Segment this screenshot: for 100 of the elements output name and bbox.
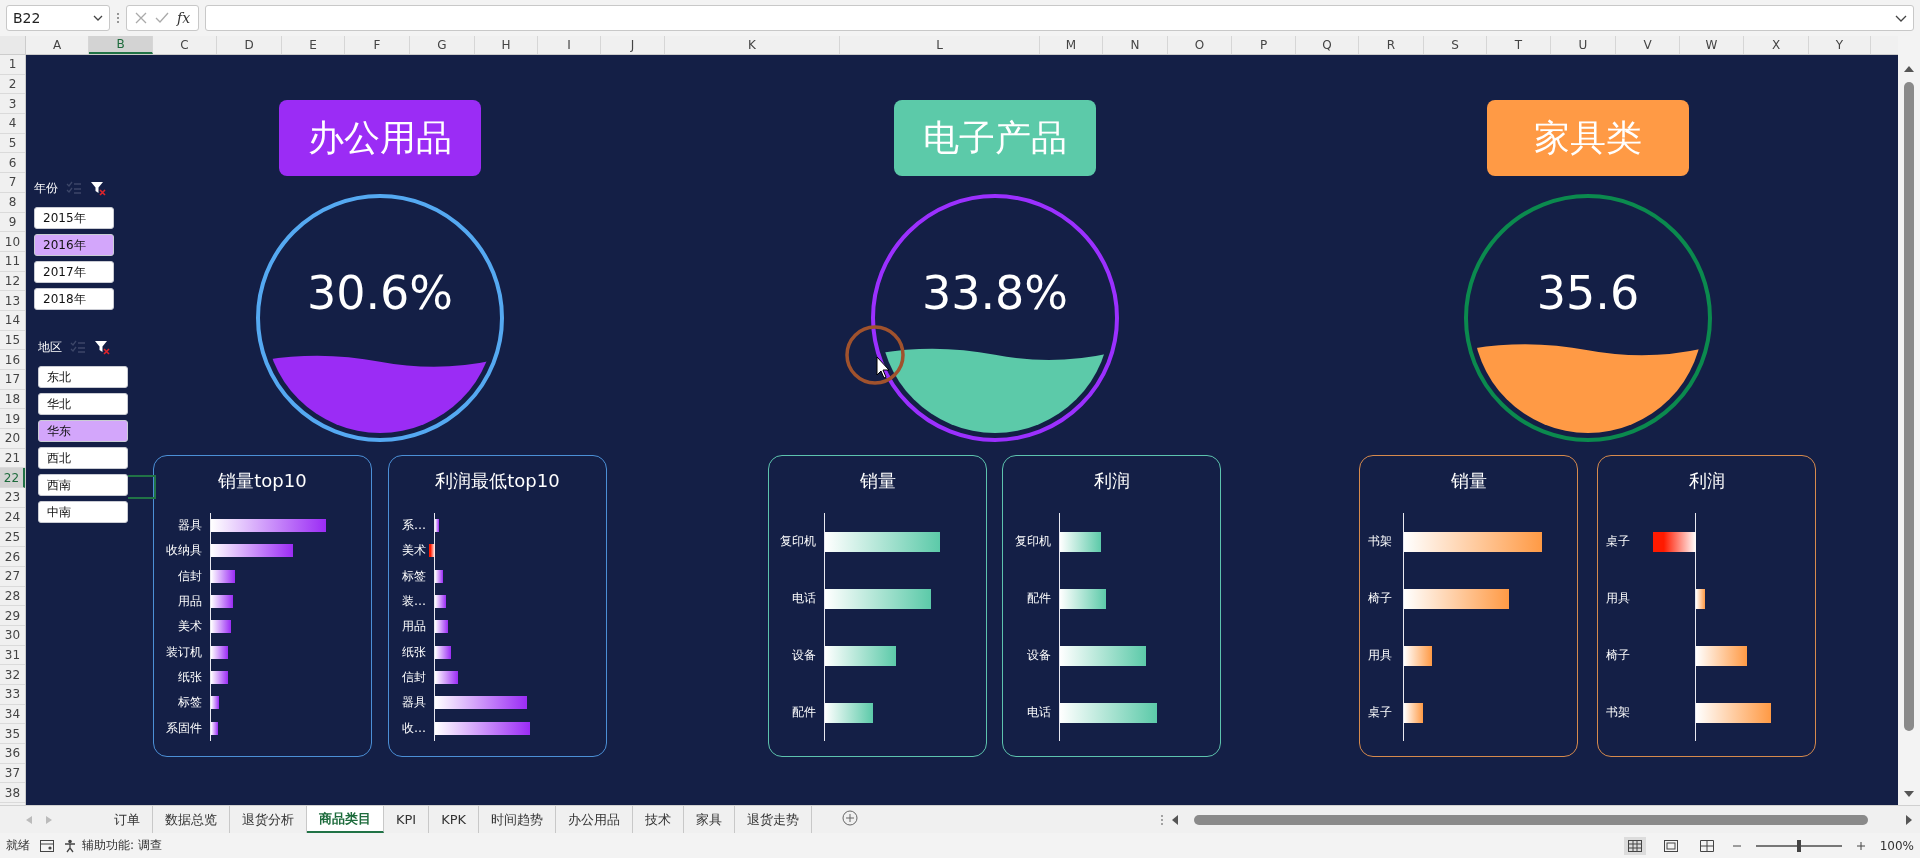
formula-input[interactable]	[205, 5, 1914, 31]
row-header[interactable]: 10	[0, 232, 25, 252]
row-header[interactable]: 3	[0, 94, 25, 115]
sheet-tab[interactable]: 数据总览	[153, 806, 230, 833]
column-header[interactable]: L	[840, 36, 1040, 54]
row-header[interactable]: 15	[0, 330, 25, 351]
column-header[interactable]: S	[1424, 36, 1487, 54]
slicer-item[interactable]: 华北	[38, 393, 128, 415]
column-header[interactable]: D	[217, 36, 282, 54]
column-header[interactable]: V	[1616, 36, 1680, 54]
sheet-tab[interactable]: 商品类目	[307, 806, 384, 833]
row-header[interactable]: 37	[0, 763, 25, 784]
column-header[interactable]: R	[1359, 36, 1424, 54]
row-header[interactable]: 7	[0, 173, 25, 193]
slicer-item[interactable]: 西北	[38, 447, 128, 469]
row-header[interactable]: 20	[0, 429, 25, 449]
slicer-item[interactable]: 2015年	[34, 207, 114, 229]
row-header[interactable]: 29	[0, 606, 25, 626]
row-header[interactable]: 19	[0, 409, 25, 430]
slicer-item[interactable]: 东北	[38, 366, 128, 388]
row-header[interactable]: 8	[0, 192, 25, 213]
row-header[interactable]: 16	[0, 350, 25, 370]
sheet-tab[interactable]: 办公用品	[556, 806, 634, 833]
plus-icon[interactable]	[1855, 840, 1866, 851]
row-header[interactable]: 34	[0, 704, 25, 725]
column-header[interactable]: W	[1680, 36, 1744, 54]
scroll-right-icon[interactable]	[1906, 814, 1912, 825]
row-header[interactable]: 25	[0, 527, 25, 548]
column-header[interactable]: Q	[1296, 36, 1359, 54]
insert-function-button[interactable]: fx	[177, 10, 191, 26]
row-header[interactable]: 38	[0, 783, 25, 804]
clear-filter-icon[interactable]	[94, 339, 110, 355]
column-header[interactable]: O	[1168, 36, 1232, 54]
zoom-level[interactable]: 100%	[1879, 838, 1914, 853]
accessibility-icon[interactable]	[64, 838, 78, 853]
slicer-item[interactable]: 中南	[38, 501, 128, 523]
sheet-tab[interactable]: 退货走势	[735, 806, 813, 833]
column-header[interactable]: E	[282, 36, 345, 54]
scrollbar-thumb[interactable]	[1194, 814, 1868, 825]
check-icon[interactable]	[155, 12, 169, 24]
slicer-item[interactable]: 2016年	[34, 234, 114, 256]
scroll-up-icon[interactable]	[1904, 66, 1914, 72]
sheet-tab[interactable]: KPI	[384, 806, 430, 833]
row-header[interactable]: 32	[0, 665, 25, 685]
row-header[interactable]: 24	[0, 507, 25, 528]
caret-icon[interactable]	[1895, 14, 1907, 22]
row-header[interactable]: 9	[0, 212, 25, 233]
sheet-tab[interactable]: 家具	[684, 806, 736, 833]
scroll-left-icon[interactable]	[1172, 814, 1178, 825]
row-header[interactable]: 31	[0, 645, 25, 666]
column-header[interactable]: P	[1232, 36, 1296, 54]
row-header[interactable]: 30	[0, 625, 25, 646]
column-header[interactable]: C	[153, 36, 217, 54]
row-header[interactable]: 6	[0, 153, 25, 174]
row-header[interactable]: 4	[0, 114, 25, 134]
scroll-down-icon[interactable]	[1904, 791, 1914, 797]
column-header[interactable]: B	[89, 36, 153, 54]
row-header[interactable]: 17	[0, 370, 25, 390]
row-header[interactable]: 36	[0, 744, 25, 764]
name-box[interactable]: B22	[6, 5, 110, 31]
row-header[interactable]: 18	[0, 389, 25, 410]
row-header[interactable]: 26	[0, 547, 25, 567]
row-header[interactable]: 1	[0, 55, 25, 75]
row-header[interactable]: 2	[0, 74, 25, 95]
row-header[interactable]: 33	[0, 685, 25, 705]
column-header[interactable]: G	[410, 36, 475, 54]
row-header[interactable]: 11	[0, 251, 25, 272]
row-header[interactable]: 14	[0, 310, 25, 331]
scrollbar-thumb[interactable]	[1904, 82, 1914, 731]
row-header[interactable]: 23	[0, 488, 25, 508]
column-header[interactable]: X	[1744, 36, 1809, 54]
sheet-icon[interactable]	[40, 839, 54, 852]
clear-filter-icon[interactable]	[90, 180, 106, 196]
add-sheet-icon[interactable]	[842, 809, 859, 826]
column-header[interactable]: H	[475, 36, 538, 54]
accessibility-status[interactable]: 辅助功能: 调查	[82, 837, 162, 854]
row-header[interactable]: 13	[0, 291, 25, 311]
column-header[interactable]: M	[1040, 36, 1103, 54]
column-header[interactable]: T	[1487, 36, 1551, 54]
column-header[interactable]: K	[665, 36, 840, 54]
column-header[interactable]: N	[1103, 36, 1168, 54]
slicer-item[interactable]: 2018年	[34, 288, 114, 310]
row-header[interactable]: 22	[0, 468, 25, 489]
zoom-slider[interactable]	[1755, 838, 1842, 853]
slicer-item[interactable]: 2017年	[34, 261, 114, 283]
sheet-tab[interactable]: 技术	[633, 806, 685, 833]
column-header[interactable]: Y	[1809, 36, 1871, 54]
row-header[interactable]: 12	[0, 271, 25, 292]
sheet-tab[interactable]: 时间趋势	[479, 806, 557, 833]
slicer-item[interactable]: 华东	[38, 420, 128, 442]
row-header[interactable]: 35	[0, 724, 25, 745]
column-header[interactable]: U	[1551, 36, 1616, 54]
row-header[interactable]: 27	[0, 566, 25, 587]
normal-view-button[interactable]	[1623, 836, 1646, 855]
row-header[interactable]: 5	[0, 133, 25, 154]
row-header[interactable]: 28	[0, 586, 25, 607]
sheet-tab[interactable]: 订单	[102, 806, 153, 833]
column-header[interactable]: F	[345, 36, 410, 54]
sheet-tab[interactable]: KPK	[429, 806, 480, 833]
column-header[interactable]: I	[538, 36, 601, 54]
